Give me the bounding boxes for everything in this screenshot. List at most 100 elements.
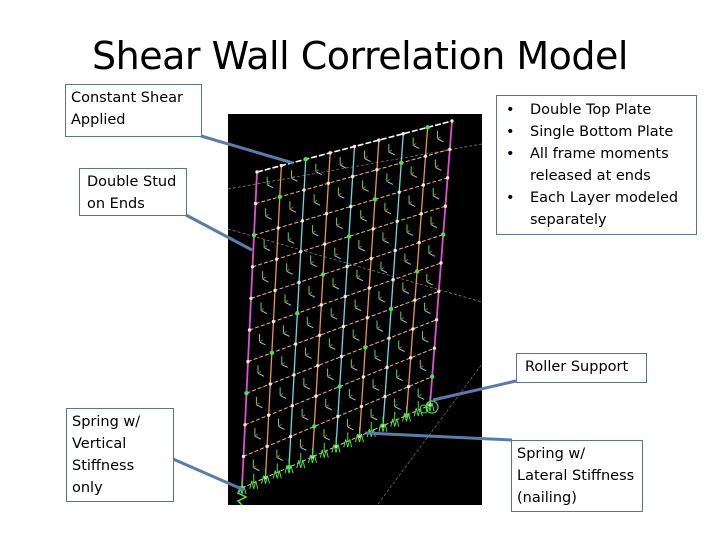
frame-node	[302, 188, 306, 192]
slide-title: Shear Wall Correlation Model	[92, 34, 628, 78]
frame-node	[300, 219, 305, 223]
frame-node	[341, 324, 346, 329]
frame-node	[417, 240, 421, 245]
frame-node	[383, 394, 387, 399]
local-axis-icon	[384, 210, 392, 215]
frame-node	[437, 289, 441, 294]
callout-spring-lateral: Spring w/ Lateral Stiffness (nailing)	[511, 440, 643, 512]
frame-node	[397, 190, 401, 194]
frame-node	[445, 176, 450, 180]
frame-node	[399, 160, 404, 166]
frame-node	[430, 374, 435, 379]
local-axis-icon	[325, 406, 333, 411]
local-axis-icon	[430, 224, 438, 229]
frame-node	[290, 403, 295, 408]
frame-node	[326, 181, 331, 185]
local-axis-icon	[424, 310, 431, 314]
frame-node	[350, 174, 355, 179]
local-axis-icon	[402, 290, 410, 294]
frame-node	[411, 327, 415, 331]
frame-node	[385, 365, 389, 370]
frame-node	[359, 404, 364, 409]
frame-node	[244, 391, 249, 396]
callout-spring-vertical: Spring w/ Vertical Stiffness only	[66, 408, 174, 502]
frame-node	[423, 154, 428, 158]
local-axis-icon	[372, 386, 380, 391]
local-axis-icon	[354, 307, 362, 312]
local-axis-icon	[398, 348, 405, 352]
local-axis-icon	[308, 293, 316, 298]
local-axis-icon	[336, 225, 343, 230]
callout-line: Lateral Stiffness	[517, 468, 635, 484]
local-axis-icon	[437, 138, 444, 143]
local-axis-icon	[281, 363, 288, 368]
frame-node	[243, 423, 247, 427]
frame-node	[388, 306, 394, 312]
frame-node	[414, 269, 420, 274]
frame-node	[292, 373, 296, 377]
local-axis-icon	[422, 338, 429, 343]
local-axis-icon	[313, 201, 321, 206]
callout-line: on Ends	[87, 196, 145, 212]
frame-node	[432, 346, 437, 350]
frame-node	[377, 138, 381, 142]
frame-node	[393, 248, 397, 253]
frame-node	[425, 125, 430, 130]
local-axis-icon	[338, 194, 345, 199]
local-axis-icon	[360, 217, 367, 222]
frame-node	[346, 234, 352, 239]
local-axis-icon	[374, 357, 382, 362]
local-axis-icon	[428, 252, 436, 257]
frame-node	[319, 303, 324, 307]
frame-node	[363, 345, 368, 350]
frame-node	[314, 394, 318, 398]
callout-double-stud: Double Stud on Ends	[79, 168, 187, 216]
local-axis-icon	[310, 263, 317, 267]
frame-node	[369, 256, 373, 261]
frame-node	[251, 233, 257, 238]
frame-node	[324, 211, 329, 216]
shear-wall-model-graphic	[227, 119, 483, 506]
local-axis-icon	[356, 277, 364, 282]
frame-node	[312, 424, 317, 429]
local-axis-icon	[262, 278, 269, 283]
local-axis-icon	[376, 328, 384, 332]
frame-node	[365, 316, 369, 320]
reference-axis-line	[377, 363, 483, 505]
local-axis-icon	[330, 315, 338, 320]
frame-node	[303, 157, 308, 162]
local-axis-icon	[259, 341, 266, 346]
local-axis-icon	[362, 187, 369, 192]
local-axis-icon	[404, 261, 412, 265]
local-axis-icon	[364, 158, 371, 162]
local-axis-icon	[263, 247, 271, 252]
local-axis-icon	[412, 144, 420, 149]
frame-node	[255, 170, 259, 174]
frame-node	[250, 265, 255, 269]
local-axis-icon	[334, 255, 342, 260]
local-axis-icon	[265, 215, 272, 220]
local-axis-icon	[307, 324, 314, 329]
frame-node	[299, 249, 303, 254]
callout-constant-shear: Constant Shear Applied	[65, 84, 202, 137]
callout-line: Double Stud	[87, 174, 177, 190]
local-axis-icon	[394, 406, 401, 411]
shear-wall-model-viewport	[227, 114, 483, 506]
local-axis-icon	[408, 202, 416, 207]
frame-node	[328, 151, 332, 155]
frame-node	[295, 311, 300, 316]
local-axis-icon	[284, 301, 292, 306]
frame-node	[316, 363, 320, 368]
local-axis-icon	[435, 166, 442, 171]
local-axis-icon	[332, 285, 340, 290]
local-axis-icon	[420, 367, 427, 372]
frame-node	[246, 359, 250, 364]
frame-node	[276, 226, 280, 230]
local-axis-icon	[266, 184, 274, 189]
note-bullet: All frame moments released at ends	[502, 143, 691, 187]
frame-node	[391, 278, 395, 282]
local-axis-icon	[370, 416, 378, 421]
local-axis-icon	[382, 239, 390, 244]
local-axis-icon	[323, 436, 331, 441]
local-axis-icon	[303, 385, 311, 390]
